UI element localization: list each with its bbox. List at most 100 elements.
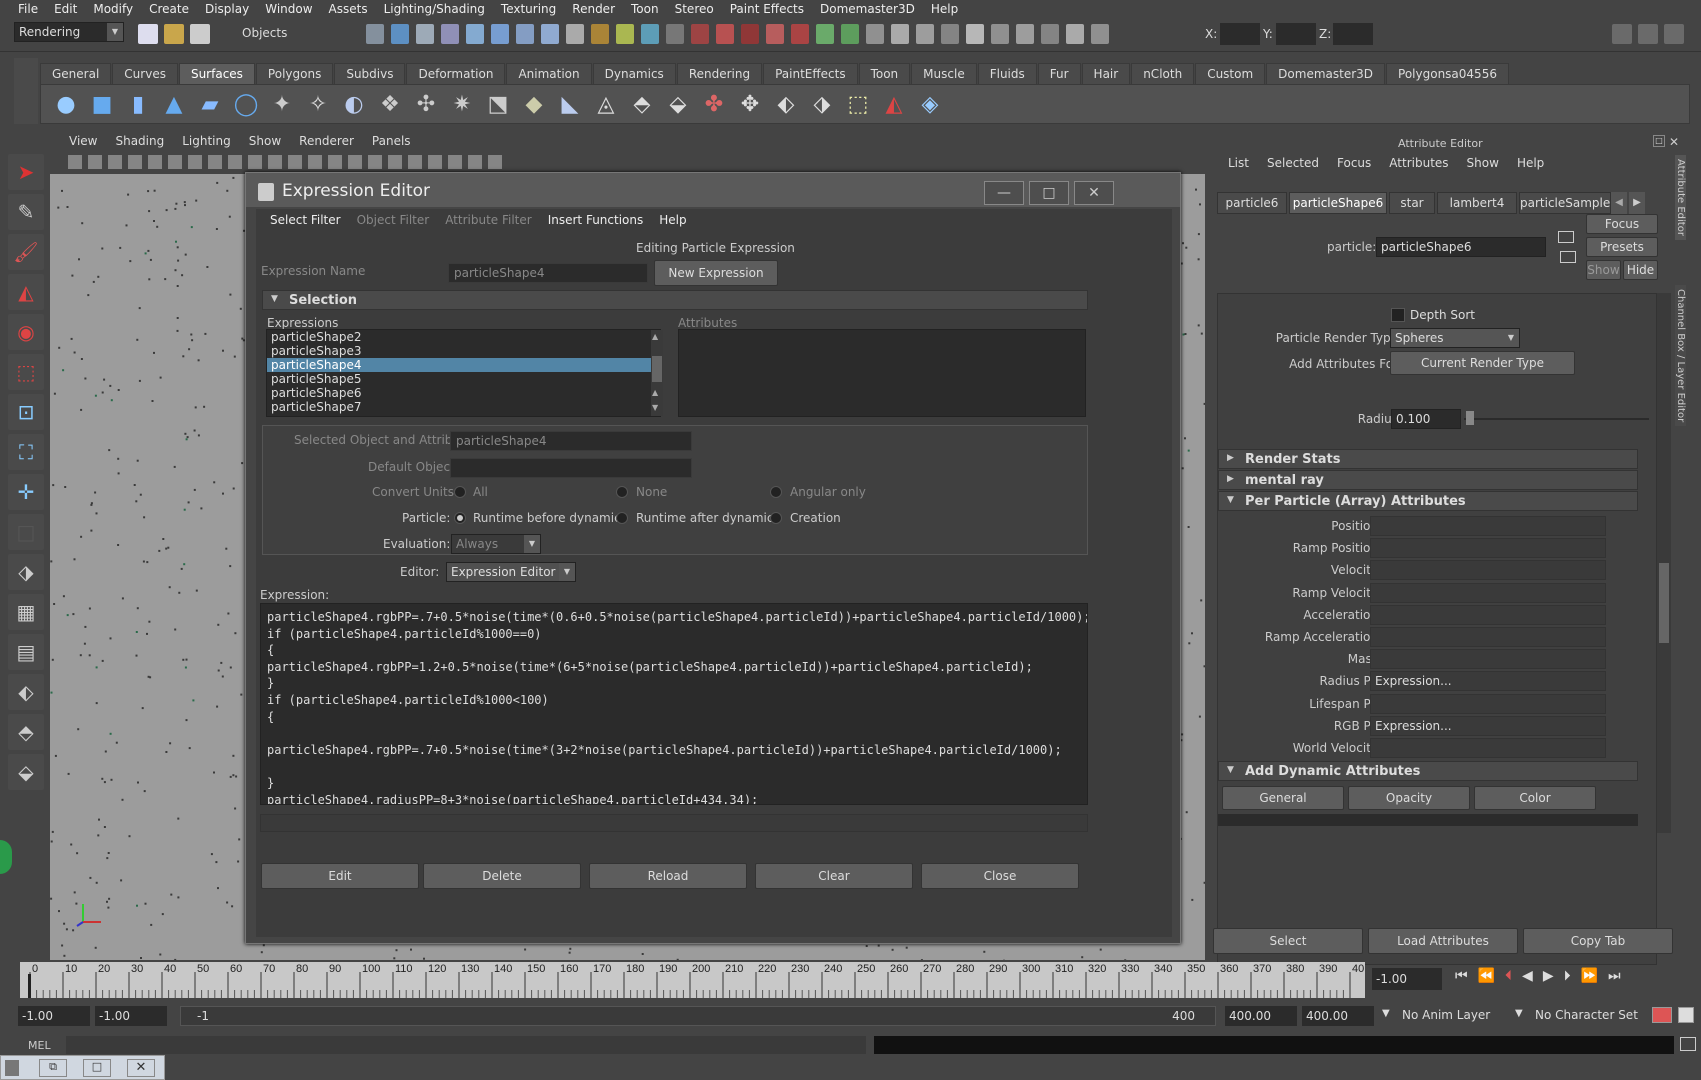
start-time-field[interactable]: -1.00 (18, 1006, 90, 1026)
hide-button[interactable]: Hide (1623, 260, 1658, 280)
rotate-tool-icon[interactable]: ◉ (8, 314, 44, 350)
node-tab-particleshape6[interactable]: particleShape6 (1289, 192, 1387, 214)
nurbs-torus-icon[interactable]: ◯ (231, 89, 261, 119)
expression-list-item[interactable]: particleShape7 (267, 400, 660, 414)
runtime-before-radio[interactable] (454, 512, 466, 524)
reload-button[interactable]: Reload (589, 863, 747, 889)
menu-display[interactable]: Display (197, 2, 257, 16)
trim-icon[interactable]: ⬘ (627, 89, 657, 119)
command-input[interactable] (66, 1036, 866, 1054)
camera-track-icon[interactable] (966, 24, 984, 44)
expression-list-item[interactable]: particleShape4 (267, 358, 660, 372)
ae-menu-list[interactable]: List (1219, 156, 1258, 170)
reverse-icon[interactable]: ◭ (879, 89, 909, 119)
square-icon[interactable]: ⬔ (483, 89, 513, 119)
window-titlebar[interactable]: Expression Editor — □ ✕ (246, 173, 1180, 207)
paint-select-tool-icon[interactable]: 🖌 (8, 234, 44, 270)
close-button[interactable]: Close (921, 863, 1079, 889)
play-forward-icon[interactable]: ▶ (1543, 968, 1554, 990)
menu-help[interactable]: Help (923, 2, 966, 16)
snap-grid-icon[interactable] (441, 24, 459, 44)
menu-toon[interactable]: Toon (623, 2, 667, 16)
depth-sort-checkbox[interactable] (1391, 308, 1405, 322)
menu-paint-effects[interactable]: Paint Effects (722, 2, 812, 16)
bevel-icon[interactable]: ◆ (519, 89, 549, 119)
dialog-menu-attribute-filter[interactable]: Attribute Filter (437, 213, 540, 227)
play-backward-icon[interactable]: ◀ (1522, 968, 1533, 990)
dialog-menu-help[interactable]: Help (651, 213, 694, 227)
attribute-editor-toggle-icon[interactable] (1612, 24, 1632, 44)
render-view-icon[interactable] (691, 24, 709, 44)
use-lights-icon[interactable] (368, 155, 382, 169)
persp-outliner-layout-icon[interactable]: ▤ (8, 634, 44, 670)
shelf-tab-hair[interactable]: Hair (1081, 63, 1131, 84)
construction-history-icon[interactable] (766, 24, 784, 44)
pp-attr-field[interactable]: Expression... (1370, 715, 1606, 736)
select-tool-icon[interactable]: ➤ (8, 154, 44, 190)
runtime-after-radio[interactable] (616, 512, 628, 524)
expression-code-editor[interactable]: particleShape4.rgbPP=.7+0.5*noise(time*(… (260, 603, 1088, 805)
clear-button[interactable]: Clear (755, 863, 913, 889)
frame-all-icon[interactable] (991, 24, 1009, 44)
selection-mask-select[interactable]: Objects (238, 24, 356, 44)
save-scene-icon[interactable] (190, 24, 210, 44)
character-set-select[interactable]: No Character Set (1535, 1008, 1638, 1022)
ambient-occlusion-icon[interactable] (408, 155, 422, 169)
horizontal-scrollbar[interactable] (1218, 814, 1638, 826)
channel-box-toggle-icon[interactable] (1664, 24, 1684, 44)
maximize-icon[interactable]: □ (83, 1059, 111, 1077)
revolve-icon[interactable]: ✦ (267, 89, 297, 119)
ipr-icon[interactable] (791, 24, 809, 44)
grid-icon[interactable] (168, 155, 182, 169)
camera-attributes-icon[interactable] (88, 155, 102, 169)
nurbs-plane-icon[interactable]: ▰ (195, 89, 225, 119)
side-tab-channel-box[interactable]: Channel Box / Layer Editor (1675, 285, 1686, 427)
project-curve-icon[interactable]: ◣ (555, 89, 585, 119)
pp-attr-field[interactable] (1370, 738, 1606, 758)
camera-zoom-icon[interactable] (916, 24, 934, 44)
ae-menu-help[interactable]: Help (1508, 156, 1553, 170)
gate-mask-icon[interactable] (228, 155, 242, 169)
menu-edit[interactable]: Edit (46, 2, 85, 16)
ipr-render-icon[interactable] (616, 24, 634, 44)
detach-icon[interactable]: ✥ (735, 89, 765, 119)
viewport-menu-lighting[interactable]: Lighting (173, 134, 240, 148)
z-field[interactable] (1333, 23, 1373, 45)
camera-pan-icon[interactable] (866, 24, 884, 44)
frame-selected-icon[interactable] (1016, 24, 1034, 44)
delete-button[interactable]: Delete (423, 863, 581, 889)
boundary-icon[interactable]: ✷ (447, 89, 477, 119)
camera-select-icon[interactable] (68, 155, 82, 169)
shelf-tab-toon[interactable]: Toon (858, 63, 911, 84)
chevron-down-icon[interactable]: ▼ (1382, 1008, 1390, 1019)
dynamic-general-button[interactable]: General (1222, 786, 1344, 810)
maximize-button[interactable]: □ (1029, 181, 1069, 205)
sculpt-icon[interactable]: ◈ (915, 89, 945, 119)
ae-menu-attributes[interactable]: Attributes (1380, 156, 1457, 170)
untrim-icon[interactable]: ⬙ (663, 89, 693, 119)
shelf-tab-subdivs[interactable]: Subdivs (334, 63, 406, 84)
shelf-tab-polygons[interactable]: Polygons (255, 63, 334, 84)
dialog-menu-object-filter[interactable]: Object Filter (349, 213, 438, 227)
go-to-end-icon[interactable]: ⏭ (1608, 968, 1621, 990)
scale-tool-icon[interactable]: ⬚ (8, 354, 44, 390)
open-close-icon[interactable]: ⬗ (807, 89, 837, 119)
persp-graph-layout-icon[interactable]: ⬖ (8, 674, 44, 710)
smooth-shade-icon[interactable] (328, 155, 342, 169)
node-tab-star[interactable]: star (1389, 192, 1435, 214)
render-stats-header[interactable]: ▶ Render Stats (1218, 449, 1638, 469)
current-render-type-button[interactable]: Current Render Type (1390, 351, 1575, 375)
evaluation-select[interactable]: Always ▼ (451, 534, 541, 554)
shelf-tab-fur[interactable]: Fur (1037, 63, 1081, 84)
move-tool-icon[interactable]: ◭ (8, 274, 44, 310)
snap-curve-icon[interactable] (466, 24, 484, 44)
shelf-tab-curves[interactable]: Curves (112, 63, 178, 84)
node-tab-particle6[interactable]: particle6 (1217, 192, 1287, 214)
make-live-icon[interactable] (541, 24, 559, 44)
bookmark-icon[interactable] (108, 155, 122, 169)
radius-slider-track[interactable] (1464, 418, 1649, 420)
chevron-down-icon[interactable]: ▼ (1515, 1008, 1523, 1019)
step-forward-frame-icon[interactable]: ⏵ (1564, 968, 1571, 990)
xray-icon[interactable] (1091, 24, 1109, 44)
dynamic-color-button[interactable]: Color (1474, 786, 1596, 810)
